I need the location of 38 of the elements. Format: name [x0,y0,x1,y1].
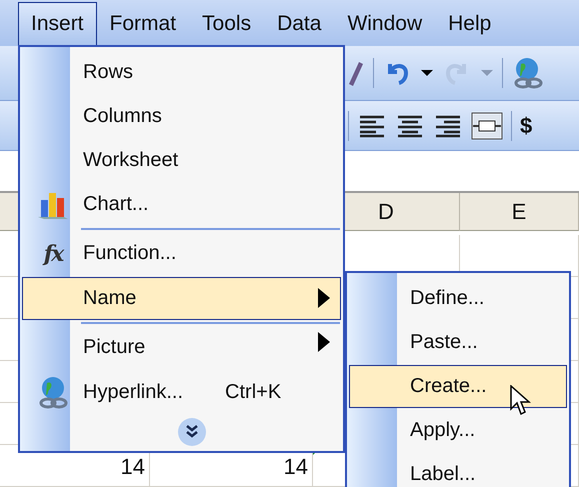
menu-item[interactable]: Paste... [349,321,567,364]
menu-item-label: Function... [83,242,176,265]
menu-item-label: Hyperlink... [83,381,184,404]
menu-item[interactable]: Apply... [349,409,567,452]
menu-item-label: Chart... [83,193,149,216]
menu-item[interactable]: Hyperlink... Ctrl+K [22,371,341,414]
menu-item[interactable]: Worksheet [22,139,341,182]
menu-item-label: Create... [410,375,487,398]
menu-item-label: Picture [83,336,146,359]
mouse-pointer-icon [510,385,532,417]
currency-button[interactable]: $ [520,112,532,138]
menu-bar-item[interactable]: Window [334,2,436,46]
menu-item-label: Worksheet [83,149,178,172]
menu-bar-item[interactable]: Format [96,2,190,46]
function-icon: fx [44,240,62,266]
menu-bar-item[interactable]: Help [435,2,504,46]
menu-item-label: Name [83,287,136,310]
menu-item[interactable]: Rows [22,51,341,94]
menu-item[interactable]: Define... [349,277,567,320]
submenu-arrow-icon [318,332,330,352]
menu-bar-item[interactable]: Tools [189,2,264,46]
menu-item[interactable]: Columns [22,95,341,138]
menu-bar-item[interactable]: Insert [18,2,97,46]
menu-item-label: Rows [83,61,134,84]
submenu-arrow-icon [318,288,330,308]
menu-item-label: Define... [410,287,484,310]
menu-item-label: Columns [83,105,162,128]
menu-bar-item[interactable]: Data [264,2,334,46]
menu-item-label: Label... [410,463,476,486]
shortcut-label: Ctrl+K [225,381,282,404]
expand-chevron-icon[interactable] [176,417,206,447]
menu-item-label: Paste... [410,331,478,354]
menu-item[interactable]: Label... [349,453,567,487]
menu-item[interactable]: Create... [349,365,567,408]
merge-cells-icon[interactable] [471,112,503,140]
column-header[interactable]: E [460,193,579,231]
menu-item[interactable]: Name [22,277,341,320]
menu-item-label: Apply... [410,419,476,442]
